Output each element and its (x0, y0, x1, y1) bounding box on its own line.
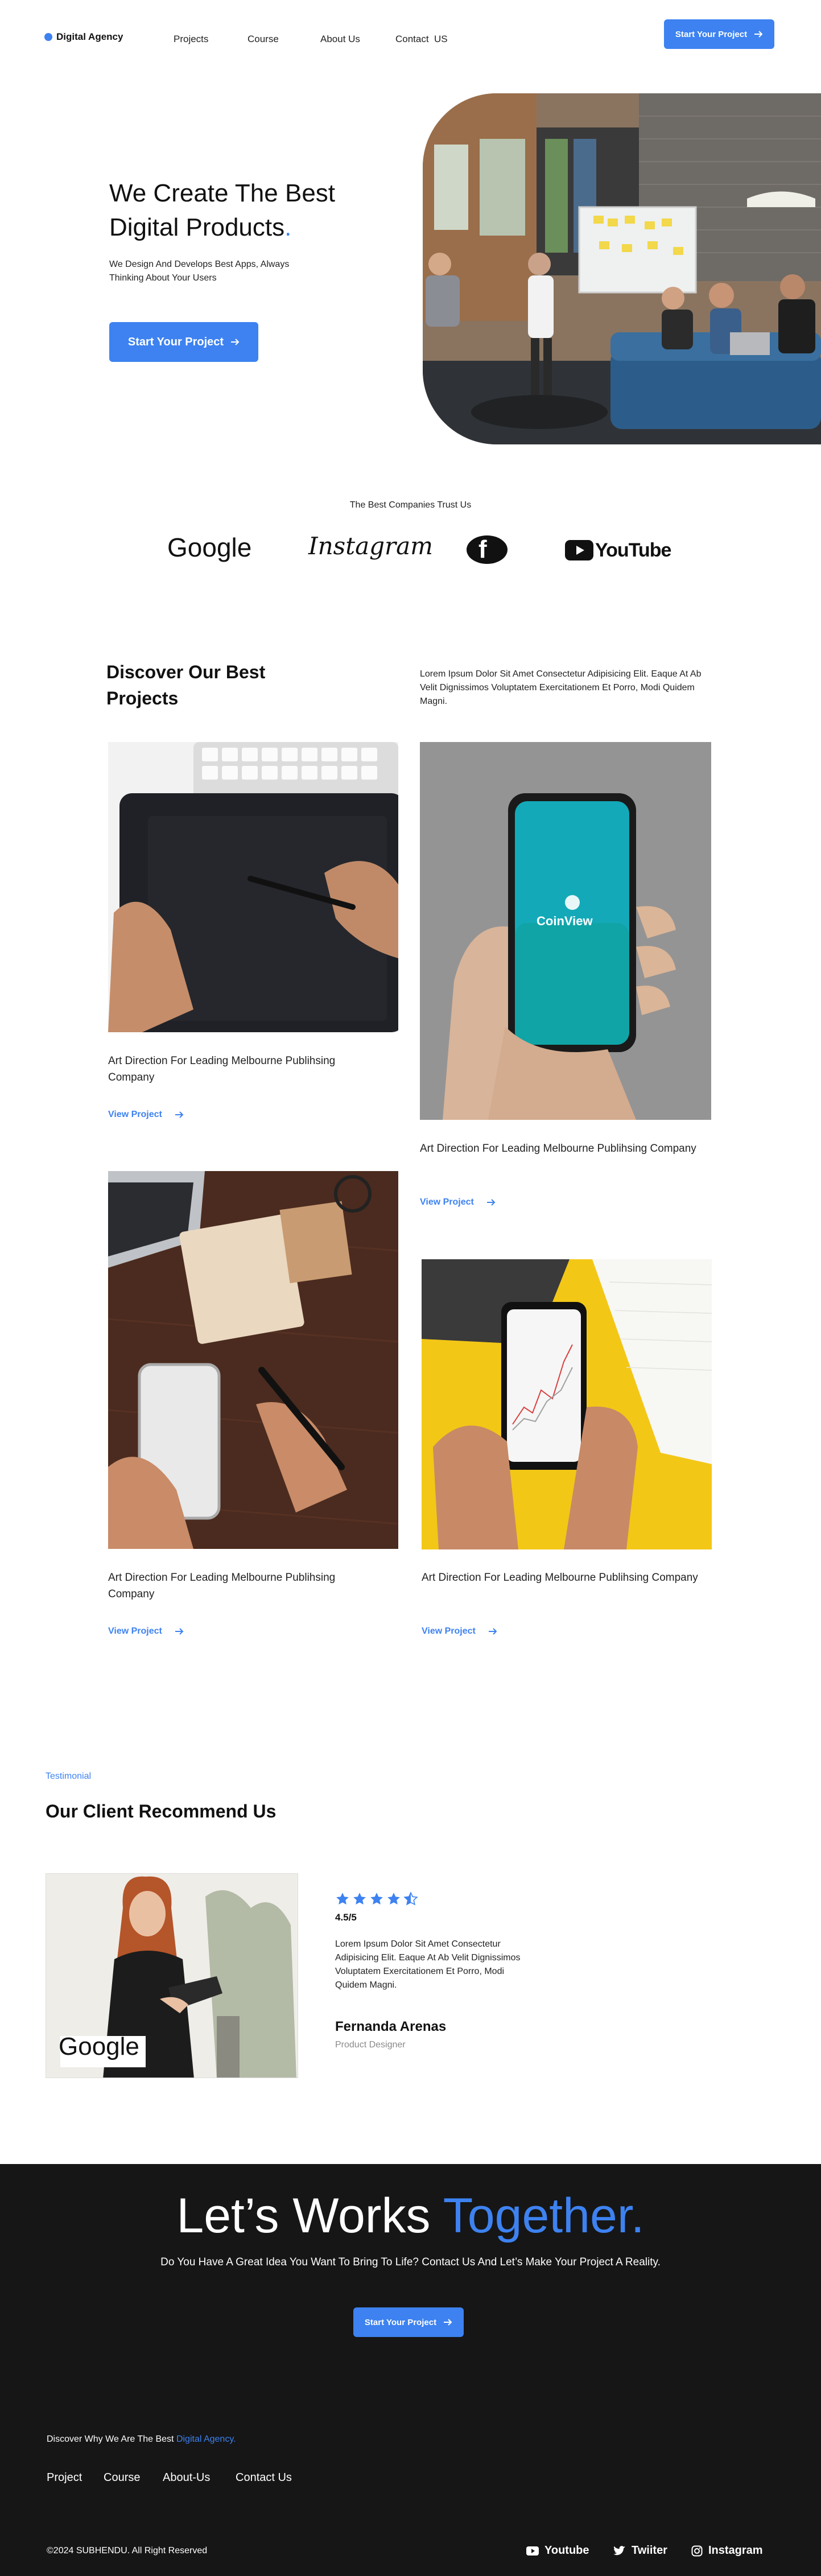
copyright: ©2024 SUBHENDU. All Right Reserved (47, 2546, 208, 2556)
rating-label: 4.5/5 (335, 1912, 357, 1923)
view-project-label: View Project (422, 1626, 476, 1636)
footer-link-contact[interactable]: Contact Us (236, 2471, 292, 2484)
view-project-link-1[interactable]: View Project (108, 1110, 184, 1120)
client-role: Product Designer (335, 2040, 406, 2050)
footer-title: Let’s Works Together. (0, 2188, 821, 2244)
coinview-phone-illustration (420, 742, 711, 1120)
project-image-2[interactable] (420, 742, 711, 1120)
nav-cta-label: Start Your Project (675, 29, 748, 39)
star-icon (336, 1893, 349, 1905)
star-half-icon (403, 1891, 418, 1906)
project-title-3: Art Direction For Leading Melbourne Publ… (108, 1572, 336, 1600)
trust-heading: The Best Companies Trust Us (349, 500, 472, 510)
project-image-3[interactable] (108, 1171, 398, 1549)
star-icon (370, 1893, 383, 1905)
facebook-icon (467, 535, 508, 564)
hero-cta-label: Start Your Project (127, 335, 224, 348)
arrow-right-icon (486, 1199, 496, 1206)
nav-cta-button[interactable]: Start Your Project (664, 19, 774, 49)
project-title-4: Art Direction For Leading Melbourne Publ… (422, 1572, 698, 1584)
view-project-link-4[interactable]: View Project (422, 1626, 497, 1637)
google-logo: Google (167, 533, 252, 562)
social-twitter-label: Twiiter (632, 2544, 667, 2557)
project-title-1: Art Direction For Leading Melbourne Publ… (108, 1055, 336, 1083)
view-project-link-2[interactable]: View Project (420, 1197, 496, 1207)
footer-link-about[interactable]: About-Us (163, 2471, 210, 2484)
hero-subtitle: We Design And Develops Best Apps, Always… (109, 259, 290, 283)
footer-discover-text: Discover Why We Are The Best (47, 2434, 174, 2444)
view-project-label: View Project (108, 1110, 162, 1119)
facebook-icon-f: f (478, 535, 487, 563)
logo-dot (44, 33, 52, 41)
footer-subtitle: Do You Have A Great Idea You Want To Bri… (160, 2256, 661, 2268)
nav-link-about[interactable]: About Us (320, 34, 360, 45)
project-image-1[interactable] (108, 742, 398, 1032)
arrow-right-icon (488, 1628, 497, 1635)
nav-link-course[interactable]: Course (247, 34, 279, 45)
youtube-logo: YouTube (595, 539, 671, 561)
projects-title: Discover Our Best Projects (106, 659, 334, 711)
instagram-icon (691, 2545, 703, 2556)
star-icon (353, 1893, 366, 1905)
instagram-logo: Instagram (308, 532, 433, 560)
hero-image (423, 93, 821, 444)
arrow-right-icon (754, 31, 763, 38)
footer-link-course[interactable]: Course (104, 2471, 140, 2484)
notebook-phone-illustration (108, 1171, 398, 1549)
youtube-icon (526, 2546, 539, 2556)
social-twitter[interactable]: Twiiter (613, 2544, 667, 2557)
star-icon (387, 1893, 400, 1905)
testimonial-tag: Testimonial (46, 1771, 92, 1781)
projects-description: Lorem Ipsum Dolor Sit Amet Consectetur A… (420, 669, 702, 706)
projects-title-line2: Projects (106, 688, 179, 708)
footer-title-blue: Together. (443, 2188, 645, 2243)
hero-title: We Create The Best Digital Products. (109, 176, 382, 245)
footer-title-white: Let’s Works (176, 2188, 431, 2243)
hero-cta-button[interactable]: Start Your Project (109, 322, 258, 362)
logo[interactable]: Digital Agency (56, 31, 123, 43)
social-youtube-label: Youtube (544, 2544, 589, 2557)
footer-cta-label: Start Your Project (364, 2317, 437, 2327)
hero-title-line2: Digital Products (109, 213, 285, 241)
hero-title-line1: We Create The Best (109, 179, 336, 207)
arrow-right-icon (175, 1111, 184, 1118)
testimonial-title: Our Client Recommend Us (46, 1801, 277, 1821)
view-project-label: View Project (420, 1197, 474, 1207)
nav-link-projects[interactable]: Projects (174, 34, 208, 45)
rating-stars (335, 1891, 418, 1906)
arrow-right-icon (444, 2319, 452, 2326)
drawing-tablet-illustration (108, 742, 398, 1032)
project-title-2: Art Direction For Leading Melbourne Publ… (420, 1143, 696, 1155)
social-instagram[interactable]: Instagram (691, 2544, 763, 2557)
footer-discover: Discover Why We Are The Best Digital Age… (47, 2434, 236, 2445)
hero-title-dot: . (284, 213, 292, 241)
office-meeting-illustration (423, 93, 821, 444)
footer-discover-link[interactable]: Digital Agency. (176, 2434, 236, 2444)
nav-link-contact[interactable]: Contact US (395, 34, 448, 45)
footer-cta-button[interactable]: Start Your Project (353, 2307, 464, 2337)
coinview-app-label: CoinView (537, 914, 593, 928)
client-name: Fernanda Arenas (335, 2019, 447, 2034)
arrow-right-icon (231, 339, 240, 345)
social-youtube[interactable]: Youtube (526, 2544, 589, 2557)
projects-title-line1: Discover Our Best (106, 662, 266, 682)
footer-link-project[interactable]: Project (47, 2471, 82, 2484)
client-photo-logo: Google (59, 2033, 139, 2060)
social-instagram-label: Instagram (708, 2544, 763, 2557)
youtube-icon (565, 540, 593, 560)
project-image-4[interactable] (422, 1259, 712, 1549)
twitter-icon (613, 2545, 625, 2555)
stock-chart-phone-illustration (422, 1259, 712, 1549)
view-project-link-3[interactable]: View Project (108, 1626, 184, 1637)
testimonial-quote: Lorem Ipsum Dolor Sit Amet Consectetur A… (335, 1939, 521, 1990)
view-project-label: View Project (108, 1626, 162, 1636)
arrow-right-icon (175, 1628, 184, 1635)
